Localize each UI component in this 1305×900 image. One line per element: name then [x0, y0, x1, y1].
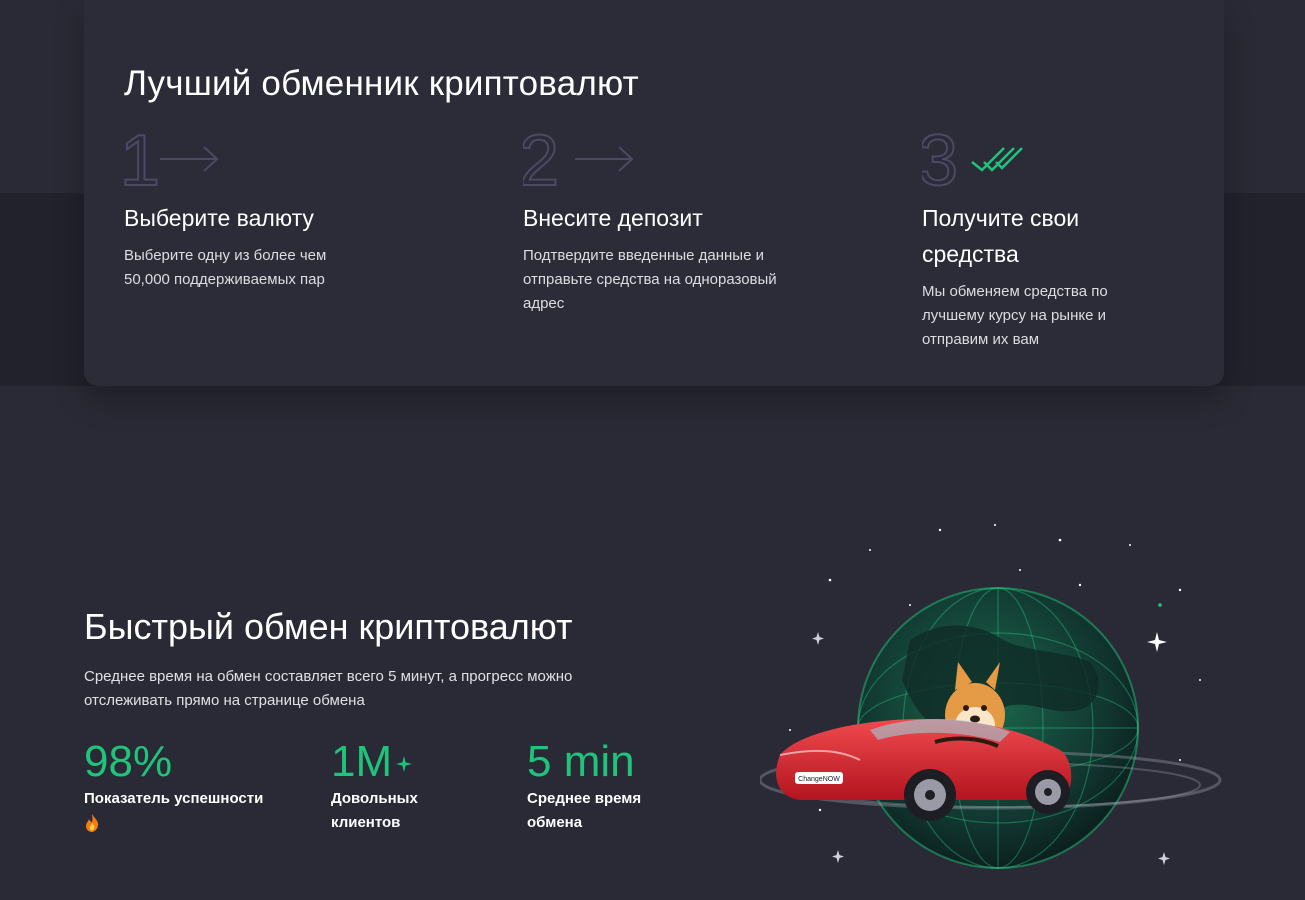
step-1-text: Выберите одну из более чем 50,000 поддер…: [124, 247, 327, 288]
fast-exchange-title: Быстрый обмен криптовалют: [84, 606, 573, 647]
double-check-icon: [971, 147, 1023, 172]
step-3-text: Мы обменяем средства по лучшему курсу на…: [922, 283, 1108, 348]
step-1: 1 Выберите валюту Выберите одну из более…: [124, 128, 424, 292]
svg-text:1: 1: [124, 128, 160, 188]
stat-success-rate-label: Показатель успешности: [84, 790, 264, 807]
how-it-works-card: Лучший обменник криптовалют 1 Выберите в…: [84, 0, 1224, 386]
stat-clients: 1M Довольных клиентов: [331, 737, 441, 835]
stat-average-time-value: 5 min: [527, 737, 635, 786]
arrow-right-icon: [575, 146, 634, 172]
svg-text:3: 3: [922, 128, 958, 188]
svg-text:2: 2: [523, 128, 559, 188]
step-2-number-icon: 2: [523, 128, 823, 188]
fast-exchange-description: Среднее время на обмен составляет всего …: [84, 668, 573, 709]
fire-icon: [86, 814, 99, 832]
doge-car-globe-illustration: ChangeNOW: [758, 510, 1230, 900]
stat-clients-label: Довольных клиентов: [331, 790, 418, 831]
step-3-title: Получите свои средства: [922, 205, 1080, 267]
svg-text:ChangeNOW: ChangeNOW: [798, 776, 840, 783]
step-2-title: Внесите депозит: [523, 205, 703, 231]
star-sparkle-icon: [1147, 632, 1167, 652]
stat-average-time: 5 min Среднее время обмена: [527, 737, 657, 835]
sparkle-icon: [396, 756, 413, 773]
stat-success-rate: 98% Показатель успешности: [84, 737, 284, 833]
step-3: 3 Получите свои средства Мы обменяем сре…: [922, 128, 1222, 352]
step-2-text: Подтвердите введенные данные и отправьте…: [523, 247, 777, 312]
step-1-title: Выберите валюту: [124, 205, 314, 231]
how-it-works-title: Лучший обменник криптовалют: [124, 64, 639, 103]
step-2: 2 Внесите депозит Подтвердите введенные …: [523, 128, 823, 316]
step-3-number-icon: 3: [922, 128, 1222, 188]
arrow-right-icon: [160, 146, 219, 172]
stat-clients-value: 1M: [331, 737, 393, 786]
stat-success-rate-value: 98%: [84, 737, 173, 786]
stat-clients-value-row: 1M: [331, 737, 441, 787]
stat-average-time-label: Среднее время обмена: [527, 790, 642, 831]
step-1-number-icon: 1: [124, 128, 424, 188]
